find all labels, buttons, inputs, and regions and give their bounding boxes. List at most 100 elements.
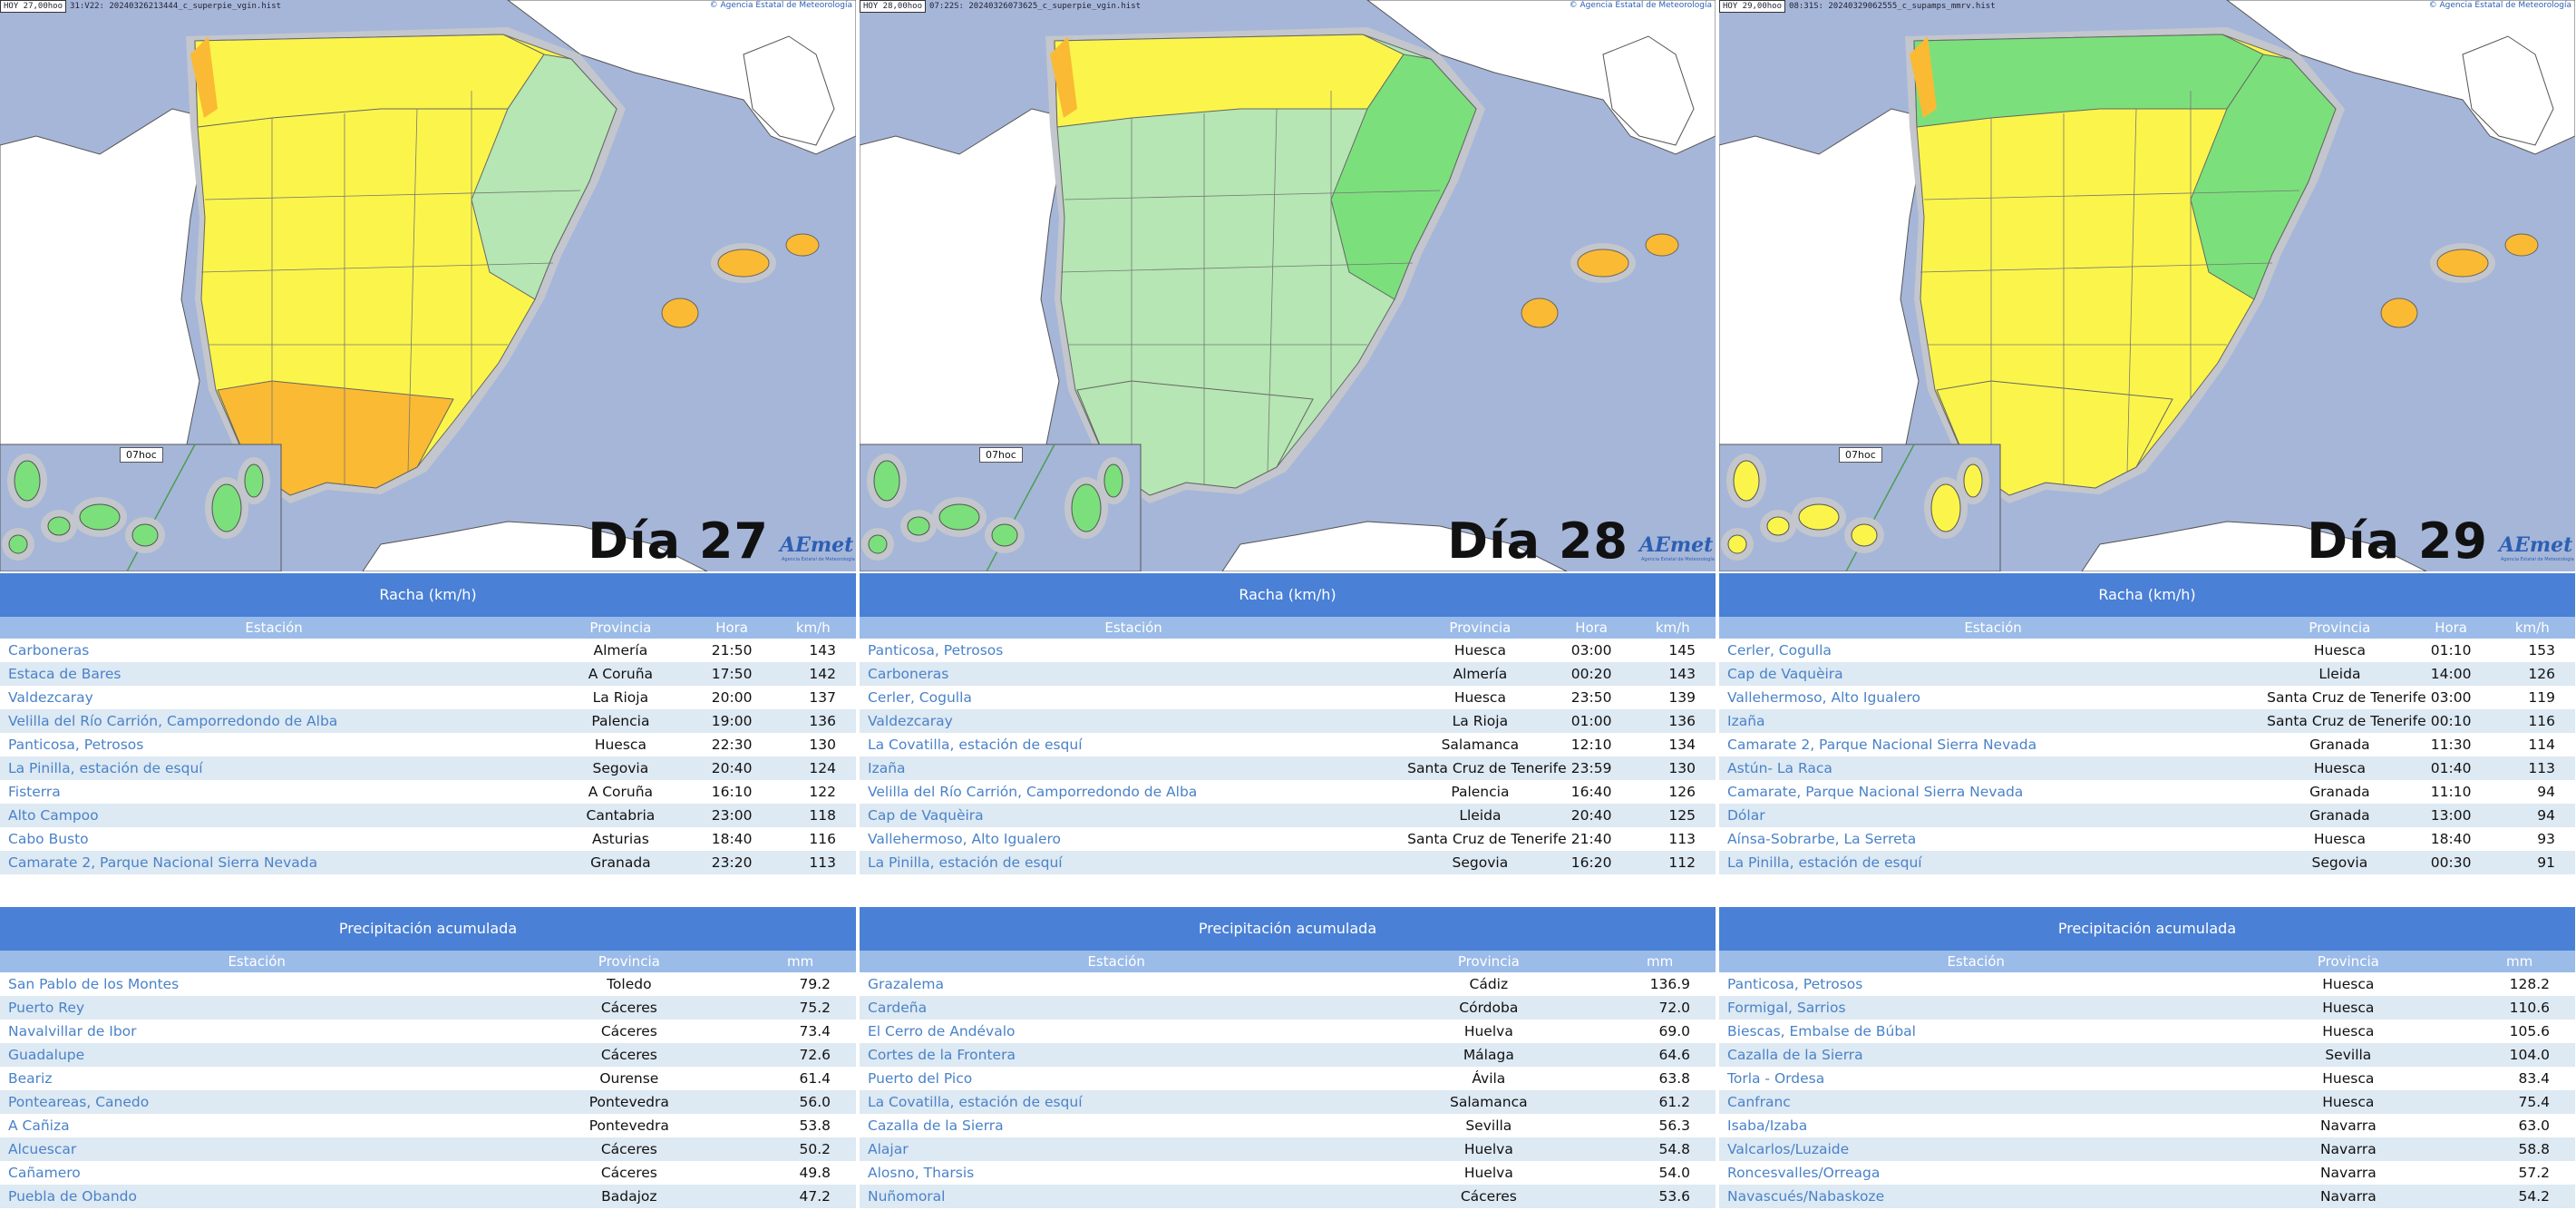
station-link[interactable]: Alto Campoo [0,804,548,827]
table-row: El Cerro de Andévalo Huelva 69.0 [860,1020,1716,1043]
precip-value-cell: 75.2 [799,1000,831,1016]
station-link[interactable]: La Covatilla, estación de esquí [860,733,1407,756]
station-link[interactable]: La Pinilla, estación de esquí [1719,851,2267,874]
station-link[interactable]: Alcuescar [0,1137,513,1161]
province-cell: Sevilla [1465,1117,1512,1134]
table-row: San Pablo de los Montes Toledo 79.2 [0,972,856,996]
precip-value-cell: 56.0 [799,1094,831,1110]
station-link[interactable]: Torla - Ordesa [1719,1067,2232,1090]
station-link[interactable]: Roncesvalles/Orreaga [1719,1161,2232,1185]
precip-value-cell: 54.8 [1658,1141,1690,1157]
warning-map[interactable]: HOY 27,00hoo 31:V22: 20240326213444_c_su… [0,0,856,571]
station-link[interactable]: Alosno, Tharsis [860,1161,1373,1185]
station-link[interactable]: El Cerro de Andévalo [860,1020,1373,1043]
station-link[interactable]: Cabo Busto [0,827,548,851]
station-link[interactable]: Camarate 2, Parque Nacional Sierra Nevad… [0,851,548,874]
table-row: Canfranc Huesca 75.4 [1719,1090,2575,1114]
canary-island [1727,534,1747,554]
station-link[interactable]: Formigal, Sarrios [1719,996,2232,1020]
station-link[interactable]: Puebla de Obando [0,1185,513,1208]
menorca-island [2504,233,2539,257]
canary-island [244,464,264,498]
station-link[interactable]: Grazalema [860,972,1373,996]
col-header-kmh: km/h [795,620,831,636]
station-link[interactable]: Velilla del Río Carrión, Camporredondo d… [860,780,1407,804]
precip-table-title: Precipitación acumulada [860,907,1716,951]
station-link[interactable]: La Pinilla, estación de esquí [860,851,1407,874]
station-link[interactable]: Navascués/Nabaskoze [1719,1185,2232,1208]
province-cell: A Coruña [588,666,654,682]
station-link[interactable]: Valcarlos/Luzaide [1719,1137,2232,1161]
station-link[interactable]: Camarate, Parque Nacional Sierra Nevada [1719,780,2267,804]
station-link[interactable]: Cerler, Cogulla [860,686,1407,709]
station-link[interactable]: Estaca de Bares [0,662,548,686]
station-link[interactable]: Puerto Rey [0,996,513,1020]
aemet-logo-text: AEmet [780,533,854,557]
station-link[interactable]: Izaña [1719,709,2267,733]
station-link[interactable]: Valdezcaray [0,686,548,709]
gust-value-cell: 130 [809,737,836,753]
station-link[interactable]: Alajar [860,1137,1373,1161]
province-cell: A Coruña [588,784,654,800]
table-row: Alto Campoo Cantabria 23:00 118 [0,804,856,827]
station-link[interactable]: Ponteareas, Canedo [0,1090,513,1114]
station-link[interactable]: Vallehermoso, Alto Igualero [860,827,1407,851]
warning-map[interactable]: HOY 28,00hoo 07:22S: 20240326073625_c_su… [860,0,1716,571]
station-link[interactable]: Cerler, Cogulla [1719,639,2267,662]
station-link[interactable]: Dólar [1719,804,2267,827]
station-link[interactable]: Nuñomoral [860,1185,1373,1208]
province-cell: Córdoba [1459,1000,1519,1016]
station-link[interactable]: Cap de Vaquèira [860,804,1407,827]
time-cell: 12:10 [1570,737,1612,753]
province-cell: Cáceres [600,1141,657,1157]
time-cell: 00:30 [2430,854,2472,871]
station-link[interactable]: Beariz [0,1067,513,1090]
station-link[interactable]: Valdezcaray [860,709,1407,733]
station-link[interactable]: Cazalla de la Sierra [1719,1043,2232,1067]
copyright-notice: © Agencia Estatal de Meteorología [1569,1,1712,10]
station-link[interactable]: Navalvillar de Ibor [0,1020,513,1043]
station-link[interactable]: Guadalupe [0,1043,513,1067]
station-link[interactable]: Biescas, Embalse de Búbal [1719,1020,2232,1043]
station-link[interactable]: Astún- La Raca [1719,756,2267,780]
station-link[interactable]: A Cañiza [0,1114,513,1137]
aemet-logo-subtitle: Agencia Estatal de Meteorología [782,557,855,562]
station-link[interactable]: La Covatilla, estación de esquí [860,1090,1373,1114]
station-link[interactable]: Panticosa, Petrosos [860,639,1407,662]
canary-island [8,534,28,554]
station-link[interactable]: Cardeña [860,996,1373,1020]
station-link[interactable]: Cap de Vaquèira [1719,662,2267,686]
station-link[interactable]: Isaba/Izaba [1719,1114,2232,1137]
station-link[interactable]: Aínsa-Sobrarbe, La Serreta [1719,827,2267,851]
station-link[interactable]: Panticosa, Petrosos [0,733,548,756]
station-link[interactable]: Vallehermoso, Alto Igualero [1719,686,2267,709]
province-cell: Huesca [1453,642,1506,659]
station-link[interactable]: Cortes de la Frontera [860,1043,1373,1067]
station-link[interactable]: San Pablo de los Montes [0,972,513,996]
station-link[interactable]: Carboneras [860,662,1407,686]
precip-table: Precipitación acumulada Estación Provinc… [860,907,1716,1208]
gust-value-cell: 113 [2528,760,2555,776]
station-link[interactable]: Izaña [860,756,1407,780]
gust-value-cell: 112 [1668,854,1696,871]
station-link[interactable]: Canfranc [1719,1090,2232,1114]
station-link[interactable]: Fisterra [0,780,548,804]
station-link[interactable]: Puerto del Pico [860,1067,1373,1090]
gust-table: Racha (km/h) Estación Provincia Hora km/… [860,573,1716,874]
province-cell: Cantabria [586,807,656,824]
table-row: Fisterra A Coruña 16:10 122 [0,780,856,804]
station-link[interactable]: La Pinilla, estación de esquí [0,756,548,780]
station-link[interactable]: Cañamero [0,1161,513,1185]
station-link[interactable]: Velilla del Río Carrión, Camporredondo d… [0,709,548,733]
province-cell: Granada [2309,807,2370,824]
station-link[interactable]: Carboneras [0,639,548,662]
station-link[interactable]: Panticosa, Petrosos [1719,972,2232,996]
gust-value-cell: 125 [1668,807,1696,824]
province-cell: Málaga [1463,1047,1514,1063]
precip-table-body: Panticosa, Petrosos Huesca 128.2 Formigal, … [1719,972,2575,1208]
precip-value-cell: 73.4 [799,1023,831,1039]
province-cell: Segovia [2311,854,2368,871]
station-link[interactable]: Cazalla de la Sierra [860,1114,1373,1137]
station-link[interactable]: Camarate 2, Parque Nacional Sierra Nevad… [1719,733,2267,756]
warning-map[interactable]: HOY 29,00hoo 08:31S: 20240329062555_c_su… [1719,0,2575,571]
